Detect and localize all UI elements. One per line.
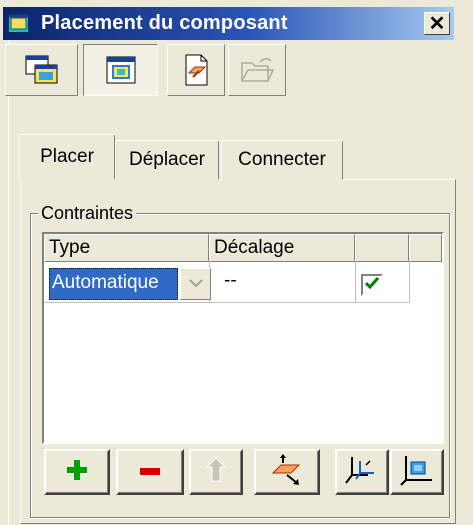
default-placement-button[interactable] — [390, 449, 444, 495]
attach-component-icon — [25, 55, 59, 85]
constraint-offset-value[interactable]: -- — [224, 270, 237, 292]
tab-label: Déplacer — [128, 149, 206, 170]
tab-label: Placer — [40, 146, 94, 167]
move-up-button[interactable] — [189, 449, 243, 495]
component-window-icon — [106, 56, 136, 84]
coordinate-system-icon — [344, 453, 380, 492]
close-button[interactable]: ✕ — [424, 12, 450, 35]
component-window-button[interactable] — [83, 44, 158, 96]
close-icon: ✕ — [428, 12, 446, 35]
constraints-table[interactable]: Type Décalage Automatique -- — [42, 232, 444, 444]
checkmark-icon — [364, 276, 380, 294]
constraint-type-select[interactable]: Automatique — [49, 268, 211, 300]
arrow-up-icon — [205, 456, 227, 488]
placement-plane-button[interactable] — [167, 44, 225, 96]
open-folder-button[interactable] — [228, 44, 286, 96]
constraints-group-label: Contraintes — [38, 203, 137, 224]
grid-line — [409, 262, 410, 302]
chevron-down-icon — [188, 275, 203, 293]
flip-plane-icon — [269, 453, 305, 492]
window-app-icon — [8, 14, 29, 33]
window-title: Placement du composant — [41, 12, 288, 34]
title-bar[interactable]: Placement du composant ✕ — [3, 7, 454, 40]
column-header-active[interactable] — [355, 234, 409, 262]
remove-constraint-button[interactable] — [116, 449, 184, 495]
plus-icon — [67, 459, 87, 485]
constraint-active-checkbox[interactable] — [361, 274, 383, 296]
tab-deplacer[interactable]: Déplacer — [115, 140, 219, 180]
column-header-offset[interactable]: Décalage — [209, 234, 355, 262]
minus-icon — [140, 463, 160, 481]
open-folder-icon — [240, 55, 274, 85]
tab-connecter[interactable]: Connecter — [221, 140, 343, 180]
grid-line — [44, 302, 410, 303]
placement-toolbar — [5, 44, 305, 96]
dropdown-button[interactable] — [180, 268, 211, 300]
flip-constraint-button[interactable] — [254, 449, 320, 495]
tab-label: Connecter — [238, 149, 326, 170]
axis-box-icon — [400, 454, 434, 491]
placement-tabs: Placer Déplacer Connecter — [19, 134, 359, 180]
constraint-type-value: Automatique — [49, 268, 178, 300]
coordinate-system-button[interactable] — [335, 449, 389, 495]
tab-placer[interactable]: Placer — [19, 134, 115, 180]
placement-plane-icon — [181, 53, 211, 87]
column-header-type[interactable]: Type — [44, 234, 209, 262]
grid-line — [355, 262, 356, 302]
column-header-extra[interactable] — [409, 234, 442, 262]
attach-component-button[interactable] — [5, 44, 78, 96]
add-constraint-button[interactable] — [44, 449, 110, 495]
